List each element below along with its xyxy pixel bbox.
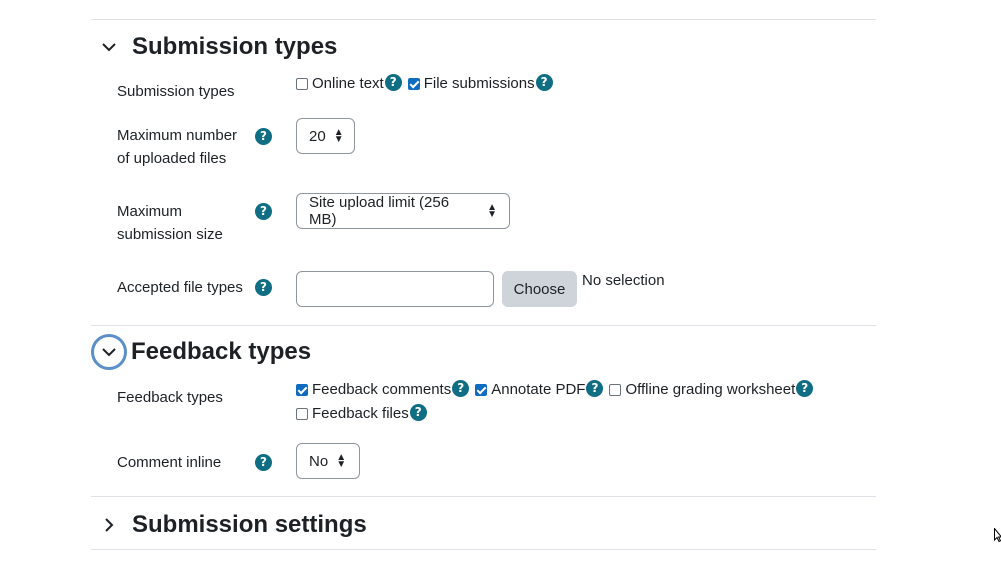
- select-arrows-icon: ▲ ▼: [333, 127, 344, 145]
- feedback-types-header[interactable]: Feedback types: [91, 332, 311, 372]
- mouse-cursor-icon: [994, 528, 1001, 542]
- feedback-types-options: Feedback comments ? Annotate PDF ? Offli…: [296, 380, 819, 398]
- option-label: File submissions: [423, 75, 535, 92]
- accepted-file-types-input[interactable]: [296, 271, 494, 307]
- section-divider: [91, 549, 876, 550]
- section-divider: [91, 19, 876, 20]
- submission-types-header[interactable]: Submission types: [91, 27, 337, 67]
- help-icon[interactable]: ?: [796, 380, 814, 397]
- help-icon[interactable]: ?: [255, 454, 272, 471]
- help-icon[interactable]: ?: [586, 380, 604, 397]
- select-value: 20: [309, 127, 326, 145]
- help-icon[interactable]: ?: [452, 380, 470, 397]
- help-icon[interactable]: ?: [255, 279, 272, 296]
- help-icon[interactable]: ?: [409, 404, 427, 421]
- choose-button[interactable]: Choose: [502, 271, 577, 307]
- section-title: Submission settings: [132, 511, 367, 538]
- help-icon[interactable]: ?: [255, 128, 272, 145]
- section-divider: [91, 325, 876, 326]
- max-size-label: Maximum submission size: [117, 200, 223, 246]
- offline-grading-worksheet-checkbox[interactable]: [609, 383, 622, 396]
- option-label: Feedback comments: [312, 381, 452, 398]
- select-arrows-icon: ▲ ▼: [487, 202, 497, 220]
- select-value: No: [309, 452, 329, 470]
- max-size-select[interactable]: Site upload limit (256 MB) ▲ ▼: [296, 193, 510, 229]
- chevron-down-icon[interactable]: [91, 29, 127, 65]
- option-label: Offline grading worksheet: [625, 381, 796, 398]
- label-line: Maximum number: [117, 127, 238, 144]
- label-line: Maximum: [117, 203, 183, 220]
- help-icon[interactable]: ?: [535, 74, 553, 91]
- option-file-submissions[interactable]: File submissions ?: [407, 74, 553, 92]
- select-arrows-icon: ▲ ▼: [336, 452, 347, 470]
- file-submissions-checkbox[interactable]: [407, 77, 420, 90]
- feedback-files-checkbox[interactable]: [296, 407, 308, 420]
- feedback-comments-checkbox[interactable]: [296, 383, 308, 396]
- field-label: Submission types: [117, 83, 235, 100]
- accepted-file-types-label: Accepted file types: [117, 279, 243, 296]
- section-divider: [91, 496, 876, 497]
- field-label: Feedback types: [117, 389, 223, 406]
- max-files-label: Maximum number of uploaded files: [117, 124, 237, 170]
- chevron-right-icon[interactable]: [91, 507, 127, 543]
- comment-inline-label: Comment inline: [117, 454, 222, 471]
- chevron-down-icon[interactable]: [91, 334, 127, 370]
- option-label: Feedback files: [312, 405, 409, 422]
- option-annotate-pdf[interactable]: Annotate PDF ?: [475, 380, 604, 398]
- help-icon[interactable]: ?: [255, 203, 272, 220]
- selection-status: No selection: [582, 272, 665, 289]
- max-files-select[interactable]: 20 ▲ ▼: [296, 118, 355, 154]
- option-label: Online text: [312, 75, 384, 92]
- submission-settings-header[interactable]: Submission settings: [91, 505, 367, 545]
- comment-inline-select[interactable]: No ▲ ▼: [296, 443, 360, 479]
- label-line: of uploaded files: [117, 150, 227, 167]
- label-line: submission size: [117, 226, 223, 243]
- select-value: Site upload limit (256 MB): [309, 194, 450, 228]
- section-title: Feedback types: [131, 338, 312, 365]
- option-label: Annotate PDF: [491, 381, 586, 398]
- online-text-checkbox[interactable]: [296, 77, 308, 90]
- feedback-types-options-row2: Feedback files ?: [296, 404, 433, 422]
- annotate-pdf-checkbox[interactable]: [475, 383, 488, 396]
- option-online-text[interactable]: Online text ?: [296, 74, 402, 92]
- submission-types-options: Online text ? File submissions ?: [296, 74, 559, 92]
- option-feedback-comments[interactable]: Feedback comments ?: [296, 380, 470, 398]
- section-title: Submission types: [132, 33, 338, 60]
- option-feedback-files[interactable]: Feedback files ?: [296, 404, 427, 422]
- help-icon[interactable]: ?: [384, 74, 402, 91]
- option-offline-grading-worksheet[interactable]: Offline grading worksheet ?: [609, 380, 814, 398]
